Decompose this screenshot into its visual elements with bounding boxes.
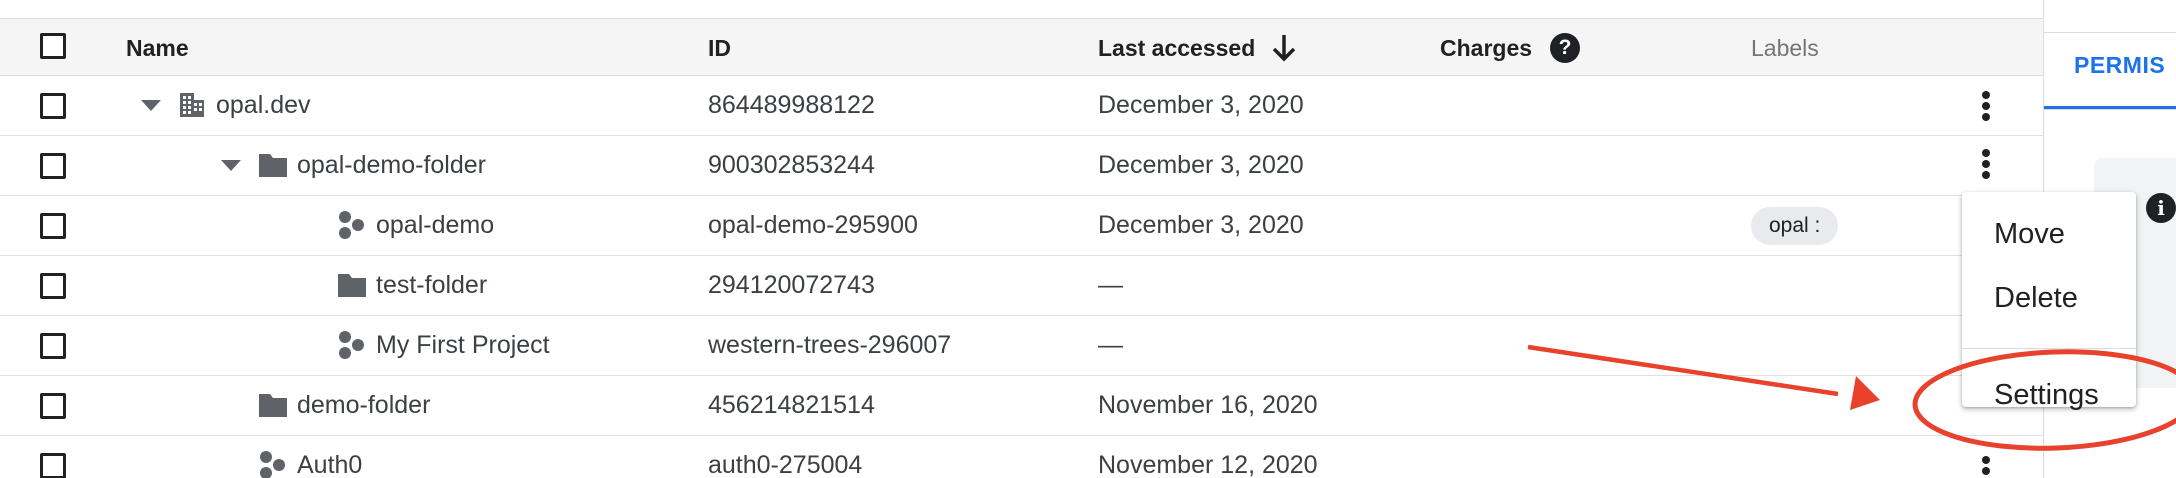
row-name[interactable]: test-folder — [376, 256, 487, 315]
table-header: Name ID Last accessed Charges ? Labels — [0, 18, 2043, 76]
table-row[interactable]: opal.dev 864489988122 December 3, 2020 — [0, 76, 2043, 136]
row-checkbox[interactable] — [40, 153, 66, 179]
select-all-checkbox[interactable] — [40, 33, 66, 59]
row-name[interactable]: My First Project — [376, 316, 550, 375]
row-last-accessed: November 16, 2020 — [1098, 391, 1318, 419]
table-row[interactable]: test-folder 294120072743 — — [0, 256, 2043, 316]
row-last-accessed: — — [1098, 271, 1123, 299]
column-header-last-accessed-label: Last accessed — [1098, 34, 1256, 61]
row-checkbox[interactable] — [40, 453, 66, 478]
more-actions-icon[interactable] — [1982, 149, 1990, 179]
row-last-accessed: December 3, 2020 — [1098, 91, 1304, 119]
row-last-accessed: — — [1098, 331, 1123, 359]
row-checkbox[interactable] — [40, 273, 66, 299]
column-header-charges[interactable]: Charges ? — [1440, 19, 1581, 77]
more-actions-icon[interactable] — [1982, 91, 1990, 121]
table-row[interactable]: My First Project western-trees-296007 — — [0, 316, 2043, 376]
row-last-accessed: December 3, 2020 — [1098, 211, 1304, 239]
folder-icon — [257, 390, 289, 420]
row-name[interactable]: demo-folder — [297, 376, 430, 435]
row-name[interactable]: opal-demo — [376, 196, 494, 255]
row-id: 900302853244 — [708, 151, 875, 179]
row-id: 456214821514 — [708, 391, 875, 419]
table-row[interactable]: opal-demo-folder 900302853244 December 3, … — [0, 136, 2043, 196]
table-row[interactable]: opal-demo opal-demo-295900 December 3, 202… — [0, 196, 2043, 256]
row-name[interactable]: opal.dev — [216, 76, 311, 135]
menu-item-settings[interactable]: Settings — [1994, 379, 2099, 412]
row-id: 294120072743 — [708, 271, 875, 299]
sort-descending-arrow-icon[interactable] — [1271, 33, 1297, 63]
row-id: 864489988122 — [708, 91, 875, 119]
label-chip[interactable]: opal : — [1751, 207, 1839, 245]
menu-item-delete[interactable]: Delete — [1994, 282, 2078, 315]
column-header-id[interactable]: ID — [708, 19, 731, 77]
panel-top-strip — [2044, 0, 2176, 33]
row-checkbox[interactable] — [40, 213, 66, 239]
table-row[interactable]: demo-folder 456214821514 November 16, 2020 — [0, 376, 2043, 436]
info-icon: i — [2146, 193, 2176, 223]
column-header-name[interactable]: Name — [126, 19, 189, 77]
row-id: opal-demo-295900 — [708, 211, 918, 239]
row-last-accessed: December 3, 2020 — [1098, 151, 1304, 179]
row-checkbox[interactable] — [40, 93, 66, 119]
folder-icon — [336, 270, 368, 300]
project-icon — [336, 330, 368, 360]
expand-caret-icon[interactable] — [138, 92, 164, 118]
project-icon — [336, 210, 368, 240]
column-header-charges-label: Charges — [1440, 34, 1533, 61]
row-name[interactable]: Auth0 — [297, 436, 362, 478]
resource-table: Name ID Last accessed Charges ? Labels o… — [0, 0, 2043, 478]
tab-permissions[interactable]: PERMIS — [2074, 52, 2165, 79]
row-checkbox[interactable] — [40, 393, 66, 419]
menu-divider — [1962, 348, 2136, 349]
row-name[interactable]: opal-demo-folder — [297, 136, 486, 195]
tab-divider — [2044, 109, 2176, 110]
help-icon[interactable]: ? — [1550, 33, 1581, 63]
folder-icon — [257, 150, 289, 180]
row-id: auth0-275004 — [708, 451, 863, 478]
more-actions-icon[interactable] — [1982, 456, 1990, 478]
context-menu: Move Delete Settings — [1962, 192, 2136, 411]
row-last-accessed: November 12, 2020 — [1098, 451, 1318, 478]
project-icon — [257, 450, 289, 478]
row-checkbox[interactable] — [40, 333, 66, 359]
row-id: western-trees-296007 — [708, 331, 952, 359]
table-row[interactable]: Auth0 auth0-275004 November 12, 2020 — [0, 436, 2043, 478]
menu-item-move[interactable]: Move — [1994, 218, 2065, 251]
column-header-last-accessed[interactable]: Last accessed — [1098, 19, 1297, 77]
column-header-labels: Labels — [1751, 34, 1819, 61]
expand-caret-icon[interactable] — [218, 152, 244, 178]
organization-icon — [176, 90, 208, 120]
